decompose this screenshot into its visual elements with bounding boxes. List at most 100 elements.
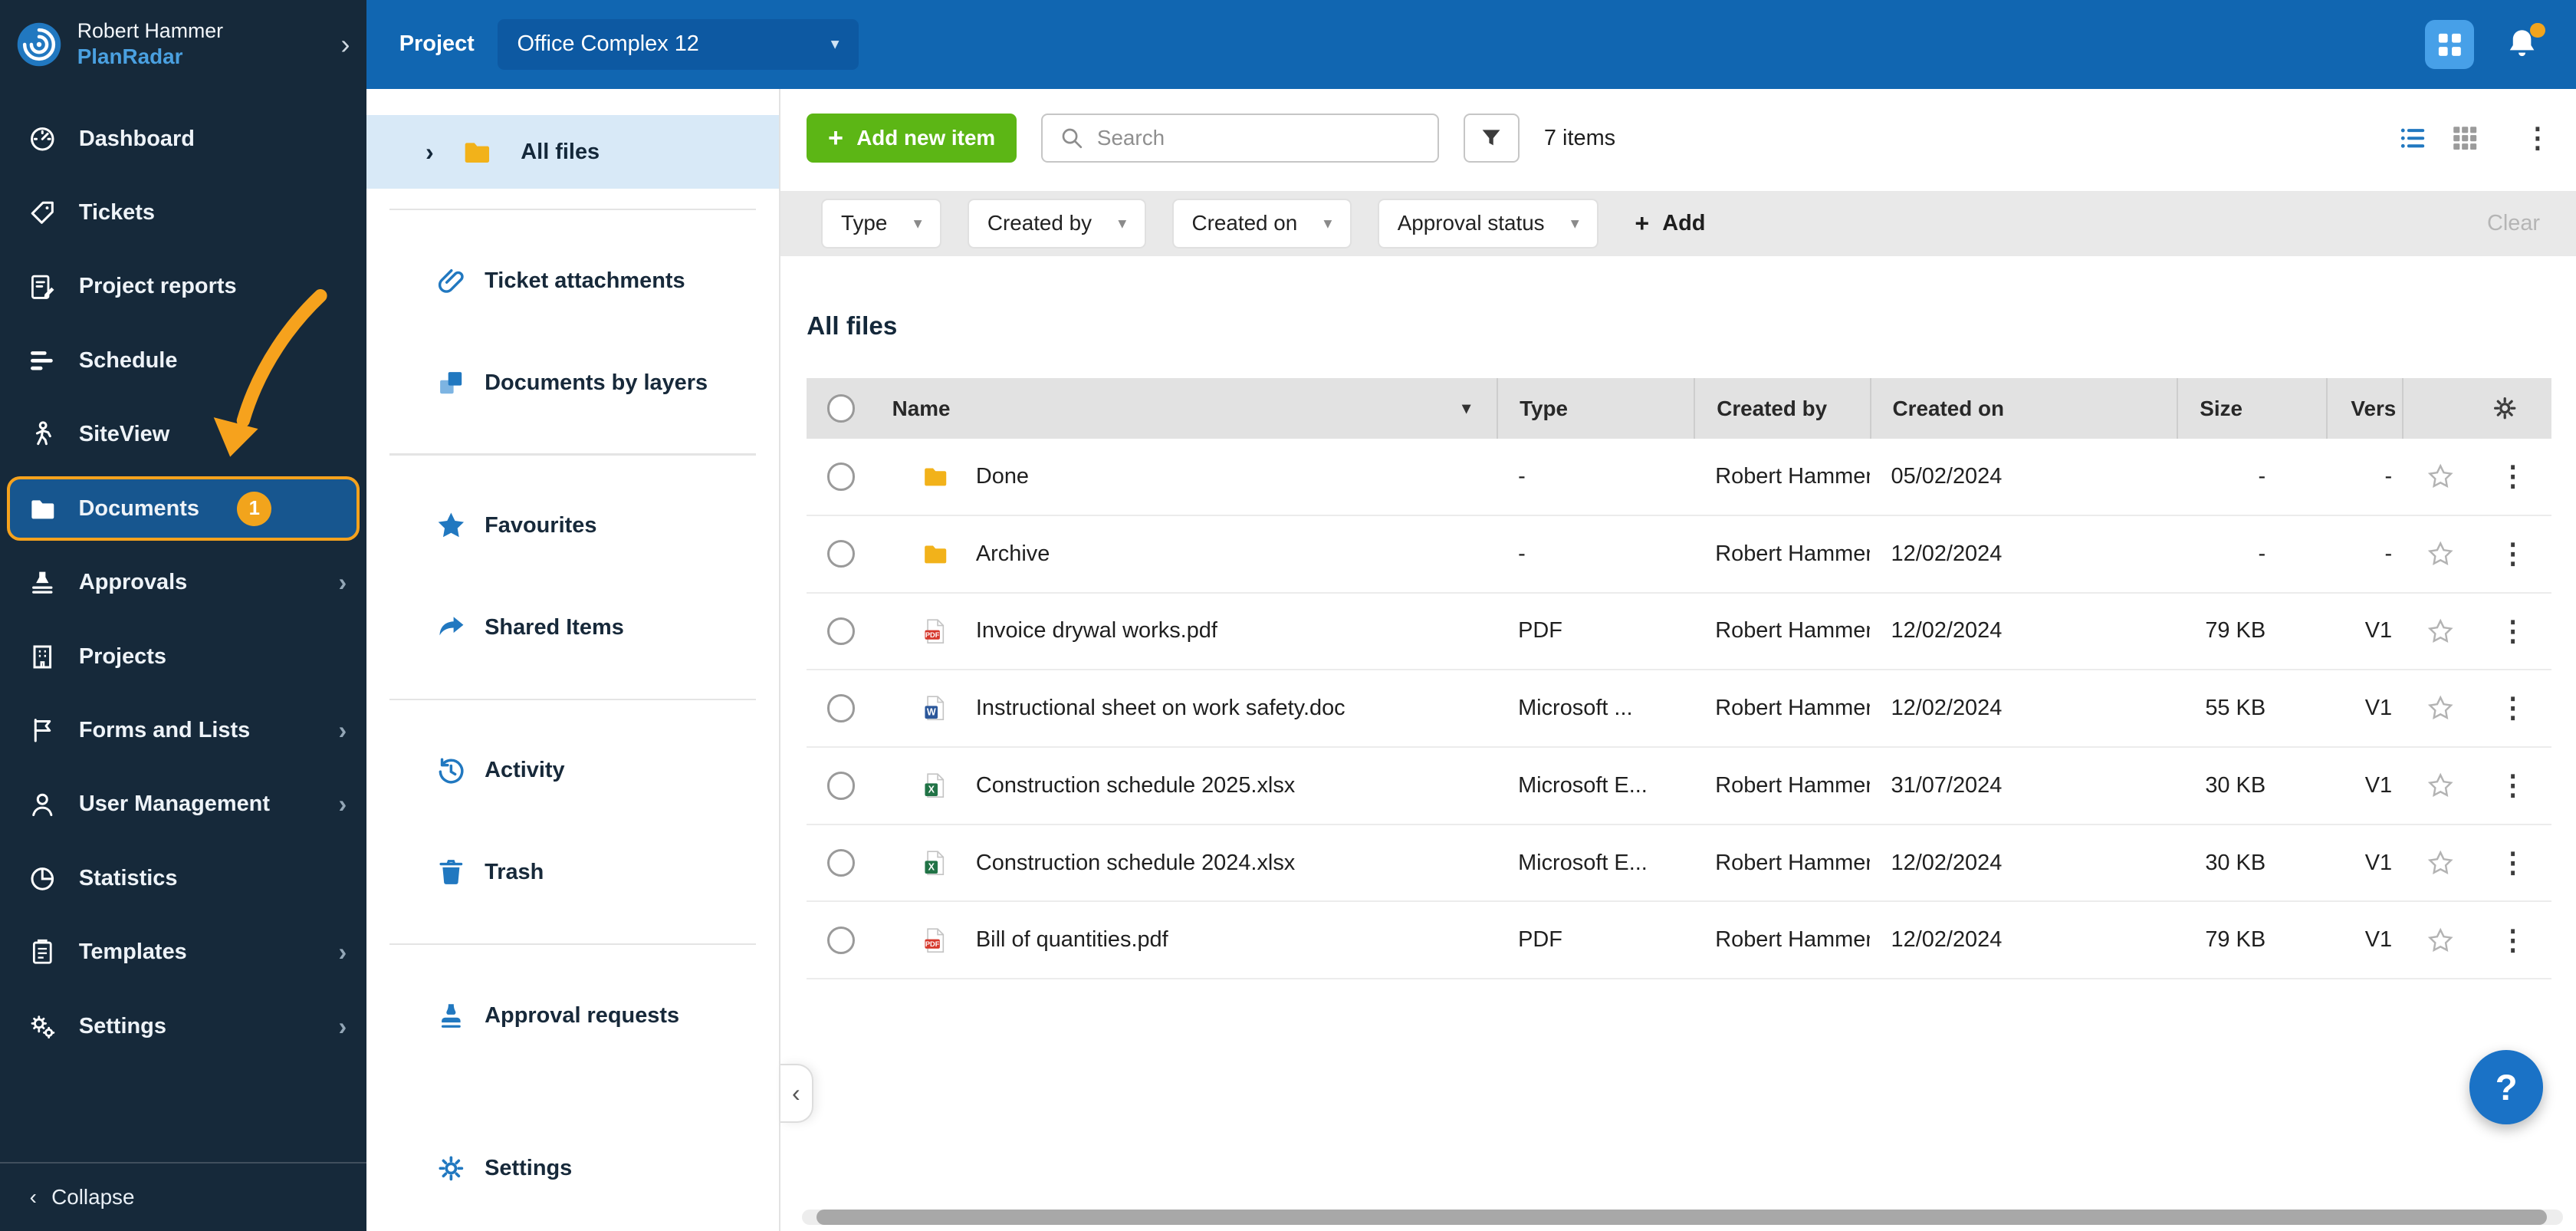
docnav-item-label: Favourites — [485, 513, 597, 538]
docnav-item-approval-requests[interactable]: Approval requests — [366, 965, 779, 1067]
sidebar-item-forms-and-lists[interactable]: Forms and Lists — [0, 693, 366, 767]
row-checkbox[interactable] — [826, 462, 856, 491]
help-button[interactable]: ? — [2469, 1050, 2544, 1124]
sidebar-nav: Dashboard Tickets Project reports Schedu… — [0, 102, 366, 1063]
chevron-left-icon — [30, 1185, 37, 1210]
select-all-checkbox[interactable] — [826, 394, 856, 423]
file-size: - — [2258, 541, 2266, 566]
favourite-star-icon[interactable] — [2426, 462, 2454, 490]
row-checkbox[interactable] — [826, 848, 856, 877]
docnav-item-favourites[interactable]: Favourites — [366, 475, 779, 577]
docnav-item-all-files[interactable]: All files — [366, 115, 779, 189]
favourite-star-icon[interactable] — [2426, 772, 2454, 799]
row-menu-icon[interactable] — [2499, 927, 2526, 954]
file-size: 79 KB — [2205, 927, 2266, 953]
collapse-panel-handle[interactable] — [780, 1063, 813, 1123]
row-menu-icon[interactable] — [2499, 849, 2526, 877]
favourite-star-icon[interactable] — [2426, 617, 2454, 645]
column-label: Type — [1520, 396, 1568, 420]
collapse-sidebar-button[interactable]: Collapse — [0, 1162, 366, 1231]
row-checkbox[interactable] — [826, 694, 856, 722]
created-by: Robert Hammer — [1715, 541, 1870, 566]
add-new-item-label: Add new item — [856, 126, 996, 150]
list-view-icon[interactable] — [2399, 124, 2426, 152]
sidebar-item-templates[interactable]: Templates — [0, 915, 366, 989]
docnav-item-ticket-attachments[interactable]: Ticket attachments — [366, 230, 779, 332]
row-checkbox[interactable] — [826, 617, 856, 646]
more-options-icon[interactable] — [2524, 124, 2551, 152]
file-size: 30 KB — [2205, 850, 2266, 875]
row-checkbox[interactable] — [826, 540, 856, 568]
docnav-item-activity[interactable]: Activity — [366, 720, 779, 822]
sidebar-item-projects[interactable]: Projects — [0, 620, 366, 693]
add-filter-button[interactable]: Add — [1635, 209, 1705, 238]
sidebar-item-dashboard[interactable]: Dashboard — [0, 102, 366, 176]
plus-icon — [828, 125, 843, 151]
sidebar-item-siteview[interactable]: SiteView — [0, 398, 366, 472]
notifications-button[interactable] — [2504, 23, 2545, 62]
file-name[interactable]: Construction schedule 2024.xlsx — [976, 851, 1295, 876]
file-type-icon — [922, 540, 949, 568]
sidebar-expand-icon[interactable] — [340, 28, 350, 61]
apps-grid-button[interactable] — [2425, 19, 2475, 69]
sidebar-item-label: Documents — [78, 495, 200, 521]
sidebar-item-label: Tickets — [78, 199, 155, 225]
scrollbar-thumb[interactable] — [816, 1210, 2547, 1225]
filter-dropdown-created-by[interactable]: Created by — [968, 199, 1146, 249]
row-menu-icon[interactable] — [2499, 617, 2526, 645]
file-type: PDF — [1518, 927, 1562, 953]
column-header-version[interactable]: Vers — [2326, 377, 2402, 439]
column-settings-button[interactable] — [2401, 377, 2551, 439]
sidebar-item-schedule[interactable]: Schedule — [0, 324, 366, 397]
column-header-name[interactable]: Name — [876, 378, 1497, 439]
sidebar-item-project-reports[interactable]: Project reports — [0, 250, 366, 324]
row-menu-icon[interactable] — [2499, 694, 2526, 722]
favourite-star-icon[interactable] — [2426, 927, 2454, 954]
docnav-item-shared-items[interactable]: Shared Items — [366, 577, 779, 679]
grid-view-icon[interactable] — [2451, 124, 2479, 152]
column-header-created-by[interactable]: Created by — [1694, 377, 1869, 439]
filter-dropdown-type[interactable]: Type — [821, 199, 941, 249]
account-header[interactable]: Robert Hammer PlanRadar — [0, 0, 366, 89]
project-selector[interactable]: Office Complex 12 — [497, 18, 859, 71]
column-header-size[interactable]: Size — [2177, 377, 2326, 439]
file-name[interactable]: Instructional sheet on work safety.doc — [976, 696, 1346, 721]
sidebar-item-documents[interactable]: Documents 1 — [6, 476, 360, 541]
chevron-down-icon — [914, 214, 922, 233]
docnav-item-settings[interactable]: Settings — [366, 1117, 779, 1219]
file-name[interactable]: Done — [976, 464, 1029, 489]
row-checkbox[interactable] — [826, 926, 856, 955]
favourite-star-icon[interactable] — [2426, 540, 2454, 568]
favourite-star-icon[interactable] — [2426, 849, 2454, 877]
sidebar-item-user-management[interactable]: User Management — [0, 768, 366, 841]
sidebar-item-tickets[interactable]: Tickets — [0, 176, 366, 249]
search-input[interactable] — [1096, 126, 1421, 150]
row-menu-icon[interactable] — [2499, 462, 2526, 490]
favourite-star-icon[interactable] — [2426, 694, 2454, 722]
approval-stamp-icon — [435, 1000, 467, 1032]
docnav-item-trash[interactable]: Trash — [366, 821, 779, 923]
file-name[interactable]: Construction schedule 2025.xlsx — [976, 773, 1295, 798]
row-menu-icon[interactable] — [2499, 540, 2526, 568]
add-new-item-button[interactable]: Add new item — [807, 113, 1017, 163]
filter-dropdown-created-on[interactable]: Created on — [1171, 199, 1352, 249]
column-header-created-on[interactable]: Created on — [1869, 377, 2177, 439]
clear-filters-button[interactable]: Clear — [2487, 211, 2540, 236]
docnav-item-documents-by-layers[interactable]: Documents by layers — [366, 332, 779, 434]
sidebar-item-statistics[interactable]: Statistics — [0, 841, 366, 915]
filter-dropdown-approval-status[interactable]: Approval status — [1378, 199, 1599, 249]
expand-chevron-icon[interactable] — [426, 138, 434, 166]
sidebar-item-approvals[interactable]: Approvals — [0, 545, 366, 619]
row-menu-icon[interactable] — [2499, 772, 2526, 799]
table-row: X Construction schedule 2024.xlsx Microso… — [807, 825, 2552, 903]
row-checkbox[interactable] — [826, 772, 856, 800]
sidebar-item-settings[interactable]: Settings — [0, 989, 366, 1063]
file-name[interactable]: Bill of quantities.pdf — [976, 927, 1168, 953]
app-root: Robert Hammer PlanRadar Dashboard Ticket… — [0, 0, 2576, 1231]
file-name[interactable]: Archive — [976, 541, 1050, 567]
file-name[interactable]: Invoice drywal works.pdf — [976, 618, 1217, 643]
file-type-icon — [922, 462, 949, 490]
filter-button[interactable] — [1463, 113, 1520, 163]
chevron-down-icon — [1571, 214, 1579, 233]
column-header-type[interactable]: Type — [1497, 377, 1694, 439]
